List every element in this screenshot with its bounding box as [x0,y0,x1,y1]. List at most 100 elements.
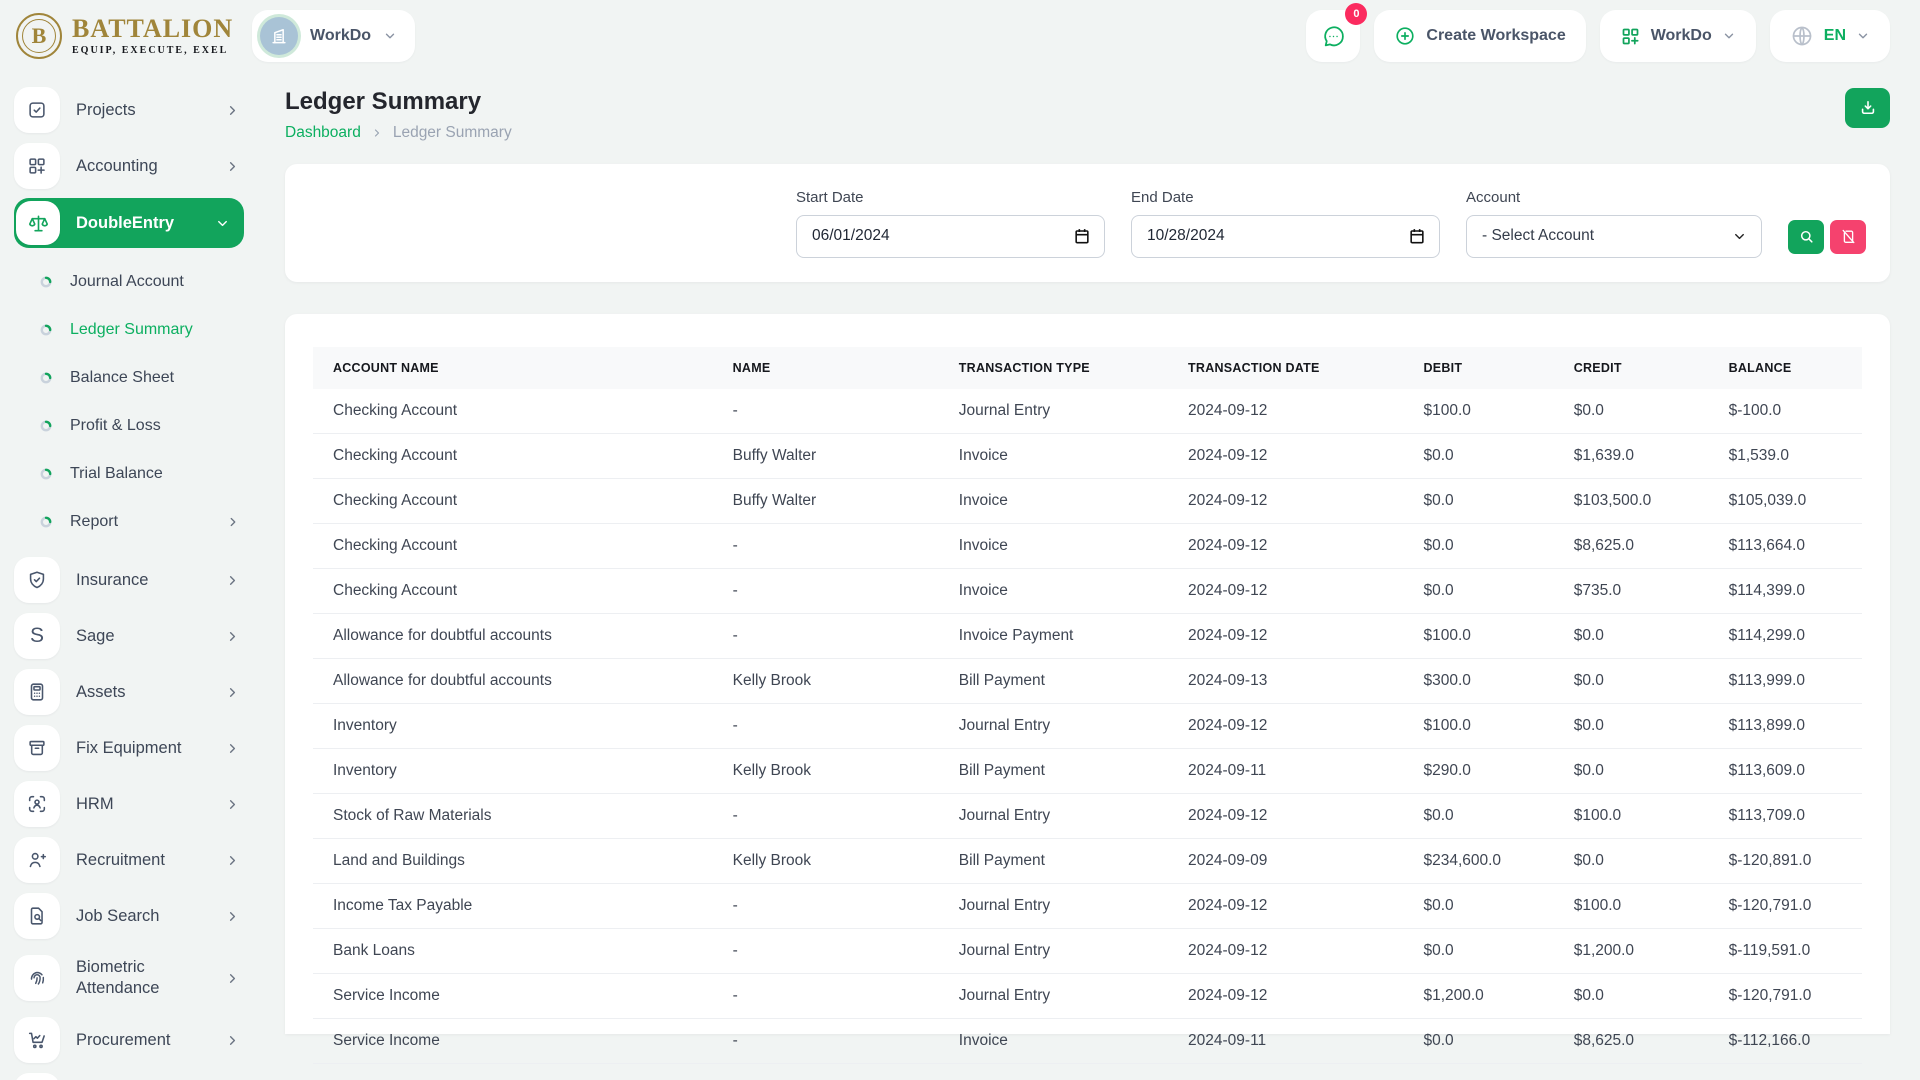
breadcrumb: Dashboard Ledger Summary [285,124,512,142]
table-cell: 2024-09-11 [1168,748,1404,794]
sidebar-item-accounting[interactable]: Accounting [14,142,244,190]
table-cell: $0.0 [1403,523,1554,569]
submenu-item-profit-loss[interactable]: Profit & Loss [40,406,244,446]
download-button[interactable] [1845,88,1890,128]
checkbox-icon [14,87,60,133]
sidebar-item-label: Biometric Attendance [76,958,160,997]
sidebar-item-label: Recruitment [76,850,165,869]
submenu-item-balance-sheet[interactable]: Balance Sheet [40,358,244,398]
workdo-menu-label: WorkDo [1650,27,1712,44]
table-cell: 2024-09-13 [1168,658,1404,704]
breadcrumb-separator-icon [371,127,383,139]
table-cell: $0.0 [1553,838,1709,884]
table-row: Checking Account Buffy Walter Invoice 2024-… [313,478,1862,524]
submenu-item-journal-account[interactable]: Journal Account [40,262,244,302]
table-cell: Inventory [313,703,713,749]
main-content: Ledger Summary Dashboard Ledger Summary [258,72,1920,1080]
table-cell: $0.0 [1553,613,1709,659]
reset-filter-button[interactable] [1830,219,1866,254]
language-selector[interactable]: EN [1769,10,1890,62]
account-label: Account [1466,188,1521,206]
table-cell: $8,625.0 [1553,1018,1709,1064]
chevron-down-icon [1732,229,1747,244]
table-cell: - [712,613,939,659]
create-workspace-button[interactable]: Create Workspace [1374,10,1586,62]
table-cell: 2024-09-12 [1168,433,1404,479]
table-cell: $1,539.0 [1708,433,1862,479]
start-date-label: Start Date [796,188,864,206]
messages-button[interactable]: 0 [1306,3,1368,62]
sidebar: Projects Accounting DoubleEntry Journal … [0,72,258,1080]
column-header: TRANSACTION DATE [1168,347,1404,389]
start-date-input[interactable] [796,214,1105,258]
table-cell: Bill Payment [938,838,1169,884]
table-cell: - [712,883,939,929]
table-cell: $0.0 [1553,703,1709,749]
sidebar-item-hrm[interactable]: HRM [14,780,244,828]
bullet-ring-icon [40,324,52,336]
table-cell: Service Income [313,1018,713,1064]
sidebar-item-pos[interactable]: POS [14,1072,244,1080]
table-row: Land and Buildings Kelly Brook Bill Paymen… [313,838,1862,884]
table-cell: $-120,891.0 [1708,838,1862,884]
table-row: Checking Account Buffy Walter Invoice 2024-… [313,433,1862,479]
table-cell: $0.0 [1553,389,1709,434]
table-cell: 2024-09-12 [1168,389,1404,434]
table-row: Allowance for doubtful accounts Kelly Bro… [313,658,1862,704]
table-row: Inventory - Journal Entry 2024-09-12 $100.0 $… [313,703,1862,749]
sidebar-item-sage[interactable]: S Sage [14,612,244,660]
table-cell: $1,200.0 [1403,973,1554,1019]
table-row: Checking Account - Invoice 2024-09-12 $0.0 $7… [313,568,1862,614]
workdo-menu-button[interactable]: WorkDo [1599,10,1756,62]
table-cell: Journal Entry [938,703,1169,749]
table-cell: Journal Entry [938,973,1169,1019]
sidebar-item-recruitment[interactable]: Recruitment [14,836,244,884]
submenu-item-trial-balance[interactable]: Trial Balance [40,454,244,494]
sidebar-item-projects[interactable]: Projects [14,86,244,134]
grid-plus-icon [14,143,60,189]
letter-s-icon: S [14,613,60,659]
table-cell: $-120,791.0 [1708,973,1862,1019]
submenu-item-label: Profit & Loss [70,417,161,434]
table-cell: - [712,703,939,749]
table-cell: $100.0 [1403,703,1554,749]
sidebar-item-assets[interactable]: Assets [14,668,244,716]
table-cell: Invoice [938,568,1169,614]
account-select[interactable]: - Select Account [1466,214,1762,258]
chevron-down-icon [215,216,230,231]
sidebar-item-label: Procurement [76,1030,171,1049]
end-date-input[interactable] [1131,214,1440,258]
column-header: NAME [712,347,939,389]
table-cell: $100.0 [1553,793,1709,839]
column-header: ACCOUNT NAME [313,347,713,389]
submenu-item-label: Balance Sheet [70,369,175,386]
table-cell: $-100.0 [1708,389,1862,434]
table-cell: $113,709.0 [1708,793,1862,839]
submenu-item-report[interactable]: Report [40,502,244,542]
workspace-selector[interactable]: WorkDo [252,10,416,62]
sidebar-item-insurance[interactable]: Insurance [14,556,244,604]
table-cell: Land and Buildings [313,838,713,884]
sidebar-item-fix-equipment[interactable]: Fix Equipment [14,724,244,772]
table-cell: 2024-09-12 [1168,568,1404,614]
brand-emblem-icon: B [16,13,62,59]
breadcrumb-dashboard-link[interactable]: Dashboard [285,124,361,142]
sidebar-item-job-search[interactable]: Job Search [14,892,244,940]
table-cell: $114,299.0 [1708,613,1862,659]
sidebar-item-procurement[interactable]: Procurement [14,1016,244,1064]
page-title: Ledger Summary [285,88,482,115]
submenu-item-ledger-summary[interactable]: Ledger Summary [40,310,244,350]
table-cell: $103,500.0 [1553,478,1709,524]
table-cell: Checking Account [313,523,713,569]
table-cell: Invoice [938,1018,1169,1064]
fingerprint-icon [14,955,60,1001]
sidebar-item-doubleentry[interactable]: DoubleEntry [14,198,244,248]
search-button[interactable] [1788,219,1824,254]
table-row: Service Income - Invoice 2024-09-11 $0.0 $8,6… [313,1018,1862,1064]
column-header: BALANCE [1708,347,1862,389]
table-cell: 2024-09-12 [1168,703,1404,749]
table-cell: $0.0 [1403,568,1554,614]
chevron-right-icon [225,685,240,700]
table-cell: 2024-09-09 [1168,838,1404,884]
sidebar-item-biometric-attendance[interactable]: Biometric Attendance [14,948,244,1008]
